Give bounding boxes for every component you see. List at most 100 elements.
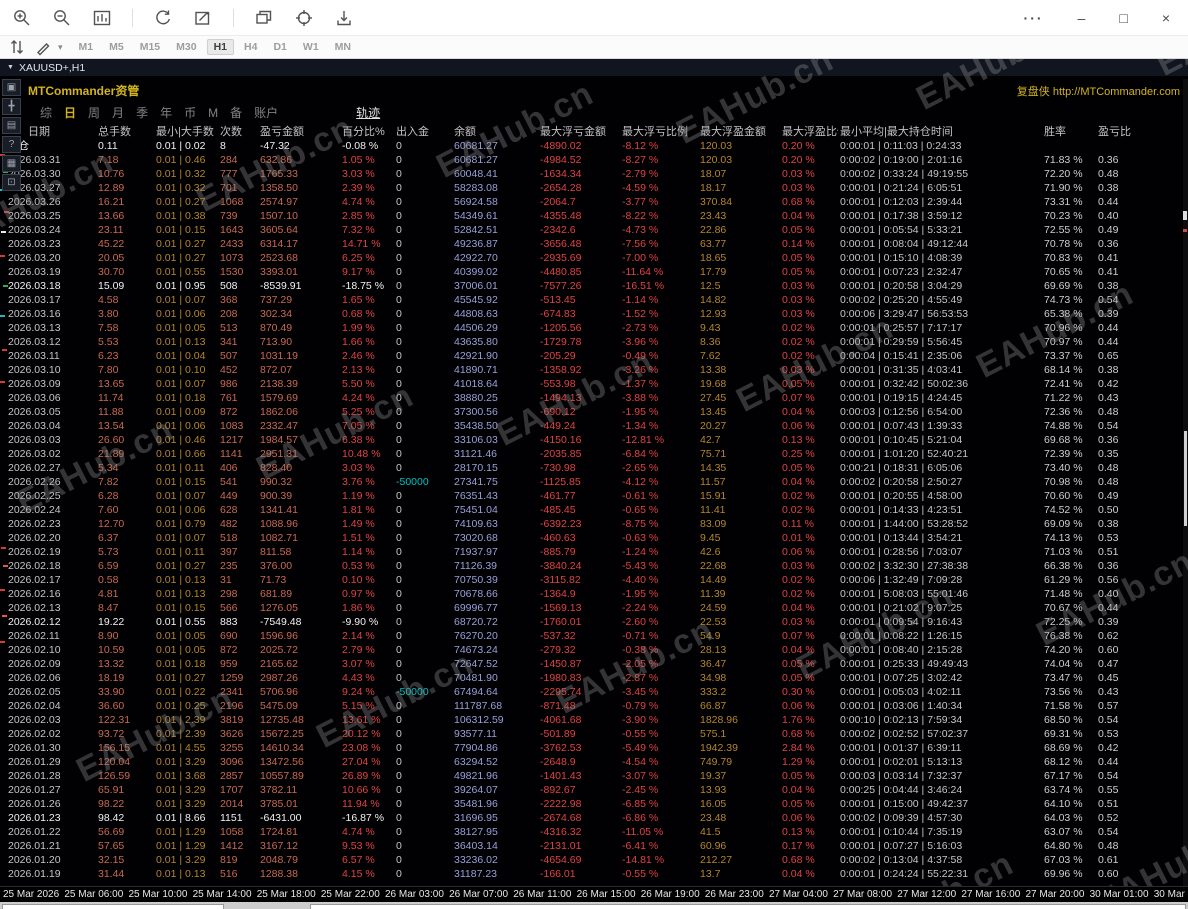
chart-list-button[interactable]: ▤ (2, 117, 21, 134)
column-header[interactable]: 最大浮盈金额 (698, 125, 780, 139)
table-row[interactable]: 2026.02.03 122.31 0.01 | 2.39 3819 12735.48 1… (6, 713, 1176, 727)
scrollbar-thumb[interactable] (1184, 431, 1187, 526)
panel-link[interactable]: 复盘侠 http://MTCommander.com (1017, 83, 1180, 99)
menu-item-备[interactable]: 备 (230, 104, 242, 121)
menu-item-日[interactable]: 日 (64, 104, 76, 121)
new-order-button[interactable] (189, 5, 217, 31)
time-axis[interactable]: 25 Mar 2026 25 Mar 06:00 25 Mar 10:00 25 Ma… (0, 886, 1188, 902)
column-header[interactable]: 最小|大手数 (154, 125, 218, 139)
column-header[interactable]: 盈亏金额 (258, 125, 340, 139)
timeframe-m15[interactable]: M15 (134, 40, 166, 54)
column-header[interactable]: 次数 (218, 125, 258, 139)
table-row[interactable]: 2026.01.27 65.91 0.01 | 3.29 1707 3782.11 10.… (6, 783, 1176, 797)
table-row[interactable]: 2026.03.31 7.18 0.01 | 0.46 284 632.86 1.05 %… (6, 153, 1176, 167)
move-button[interactable]: ╋ (2, 98, 21, 115)
table-row[interactable]: 2026.01.29 120.04 0.01 | 3.29 3096 13472.56 2… (6, 755, 1176, 769)
table-row[interactable]: 2026.03.19 30.70 0.01 | 0.55 1530 3393.01 9.1… (6, 265, 1176, 279)
timeframe-m1[interactable]: M1 (73, 40, 100, 54)
table-row[interactable]: 2026.02.16 4.81 0.01 | 0.13 298 681.89 0.97 %… (6, 587, 1176, 601)
menu-item-年[interactable]: 年 (160, 104, 172, 121)
table-row[interactable]: 2026.03.25 13.66 0.01 | 0.38 739 1507.10 2.85… (6, 209, 1176, 223)
menu-item-账户[interactable]: 账户 (254, 104, 278, 121)
table-row[interactable]: 2026.01.23 98.42 0.01 | 8.66 1151 -6431.00 -1… (6, 811, 1176, 825)
table-row[interactable]: 2026.03.27 12.89 0.01 | 0.32 701 1358.50 2.39… (6, 181, 1176, 195)
table-row[interactable]: 2026.02.13 8.47 0.01 | 0.15 566 1276.05 1.86 … (6, 601, 1176, 615)
table-row[interactable]: 2026.01.30 156.15 0.01 | 4.55 3255 14610.34 2… (6, 741, 1176, 755)
timeframe-mn[interactable]: MN (329, 40, 357, 54)
table-row[interactable]: 2026.02.06 18.19 0.01 | 0.27 1259 2987.26 4.4… (6, 671, 1176, 685)
column-header[interactable]: 最大浮亏比例 (620, 125, 698, 139)
timeframe-m5[interactable]: M5 (103, 40, 130, 54)
draw-tool-button[interactable] (32, 37, 54, 57)
table-row[interactable]: 2026.03.10 7.80 0.01 | 0.10 452 872.07 2.13 %… (6, 363, 1176, 377)
column-header[interactable]: 最小平均|最大持仓时间 (838, 125, 1042, 139)
table-row[interactable]: 2026.02.24 7.60 0.01 | 0.06 628 1341.41 1.81 … (6, 503, 1176, 517)
table-row[interactable]: 2026.03.13 7.58 0.01 | 0.05 513 870.49 1.99 %… (6, 321, 1176, 335)
menu-item-季[interactable]: 季 (136, 104, 148, 121)
zoom-in-button[interactable] (8, 5, 36, 31)
table-row[interactable]: 2026.02.10 10.59 0.01 | 0.05 872 2025.72 2.79… (6, 643, 1176, 657)
table-row[interactable]: 2026.03.17 4.58 0.01 | 0.07 368 737.29 1.65 %… (6, 293, 1176, 307)
table-row[interactable]: 2026.03.26 16.21 0.01 | 0.27 1068 2574.97 4.7… (6, 195, 1176, 209)
save-button[interactable] (330, 5, 358, 31)
table-row[interactable]: 2026.03.11 6.23 0.01 | 0.04 507 1031.19 2.46 … (6, 349, 1176, 363)
table-row[interactable]: 2026.02.05 33.90 0.01 | 0.22 2341 5706.96 9.2… (6, 685, 1176, 699)
menu-item-综[interactable]: 综 (40, 104, 52, 121)
table-row[interactable]: 2026.02.02 93.72 0.01 | 2.39 3626 15672.25 20… (6, 727, 1176, 741)
table-row[interactable]: 2026.03.20 20.05 0.01 | 0.27 1073 2523.68 6.2… (6, 251, 1176, 265)
scrollbar[interactable] (1183, 79, 1188, 886)
column-header[interactable]: 最大浮盈比例 (780, 125, 838, 139)
table-row[interactable]: 2026.02.09 13.32 0.01 | 0.18 959 2165.62 3.07… (6, 657, 1176, 671)
table-row[interactable]: 2026.03.18 15.09 0.01 | 0.95 508 -8539.91 -18… (6, 279, 1176, 293)
column-header[interactable]: 盈亏比 (1096, 125, 1176, 139)
refresh-button[interactable] (149, 5, 177, 31)
table-row[interactable]: 2026.03.24 23.11 0.01 | 0.15 1643 3605.64 7.3… (6, 223, 1176, 237)
chevron-down-icon[interactable]: ▾ (58, 42, 63, 53)
column-header[interactable]: 出入金 (394, 125, 452, 139)
chart-window-button[interactable] (88, 5, 116, 31)
column-header[interactable]: 胜率 (1042, 125, 1096, 139)
chart-area[interactable]: ▼ XAUUSD+,H1 ▣ ╋ ▤? ▦ ⊡ MTCommander资管 复盘侠 ht… (0, 59, 1188, 886)
column-header[interactable]: 最大浮亏金额 (538, 125, 620, 139)
chart-symbol-tab[interactable]: ▼ XAUUSD+,H1 (0, 59, 1188, 76)
timeframe-h4[interactable]: H4 (238, 40, 263, 54)
timeframe-h1[interactable]: H1 (206, 39, 235, 55)
menu-item-币[interactable]: 币 (184, 104, 196, 121)
panel-toggle-button[interactable]: ▣ (2, 79, 21, 96)
toolbar-overflow-button[interactable]: ··· (1024, 10, 1044, 26)
table-row[interactable]: 2026.03.04 13.54 0.01 | 0.06 1083 2332.47 7.0… (6, 419, 1176, 433)
close-button[interactable]: × (1162, 10, 1170, 26)
table-row[interactable]: 2026.01.22 56.69 0.01 | 1.29 1058 1724.81 4.7… (6, 825, 1176, 839)
maximize-button[interactable]: □ (1119, 10, 1127, 26)
table-row[interactable]: 2026.03.02 21.89 0.01 | 0.66 1141 2951.31 10.… (6, 447, 1176, 461)
menu-item-M[interactable]: M (208, 106, 218, 120)
menu-item-周[interactable]: 周 (88, 104, 100, 121)
table-row[interactable]: 2026.01.19 31.44 0.01 | 0.13 516 1288.38 4.15… (6, 867, 1176, 881)
timeframe-d1[interactable]: D1 (267, 40, 292, 54)
table-row[interactable]: 2026.02.25 6.28 0.01 | 0.07 449 900.39 1.19 %… (6, 489, 1176, 503)
table-row[interactable]: 2026.02.19 5.73 0.01 | 0.11 397 811.58 1.14 %… (6, 545, 1176, 559)
table-row[interactable]: 2026.03.09 13.65 0.01 | 0.07 986 2138.39 5.50… (6, 377, 1176, 391)
grid-button[interactable]: ▦ (2, 155, 21, 172)
table-row[interactable]: 2026.03.30 10.76 0.01 | 0.32 777 1765.33 3.03… (6, 167, 1176, 181)
table-row[interactable]: 2026.03.05 11.88 0.01 | 0.09 872 1862.06 5.25… (6, 405, 1176, 419)
menu-item-track[interactable]: 轨迹 (356, 104, 380, 121)
crosshair-button[interactable] (290, 5, 318, 31)
column-header[interactable]: 余额 (452, 125, 538, 139)
minimize-button[interactable]: – (1078, 10, 1086, 26)
column-header[interactable]: 百分比% (340, 125, 394, 139)
table-row[interactable]: 2026.03.12 5.53 0.01 | 0.13 341 713.90 1.66 %… (6, 335, 1176, 349)
menu-item-月[interactable]: 月 (112, 104, 124, 121)
table-row[interactable]: 2026.01.20 32.15 0.01 | 3.29 819 2048.79 6.57… (6, 853, 1176, 867)
column-header[interactable]: 总手数 (96, 125, 154, 139)
table-row[interactable]: 2026.02.17 0.58 0.01 | 0.13 31 71.73 0.10 % 0 7… (6, 573, 1176, 587)
table-row[interactable]: 2026.03.03 26.60 0.01 | 0.46 1217 1984.57 6.3… (6, 433, 1176, 447)
help-button[interactable]: ? (2, 136, 21, 153)
table-row[interactable]: 2026.02.12 19.22 0.01 | 0.55 883 -7549.48 -9.… (6, 615, 1176, 629)
table-row[interactable]: 2026.01.21 57.65 0.01 | 1.29 1412 3167.12 9.5… (6, 839, 1176, 853)
zoom-out-button[interactable] (48, 5, 76, 31)
cursor-mode-button[interactable] (6, 37, 28, 57)
timeframe-w1[interactable]: W1 (297, 40, 325, 54)
table-row[interactable]: 2026.02.23 12.70 0.01 | 0.79 482 1088.96 1.49… (6, 517, 1176, 531)
table-row[interactable]: 2026.01.26 98.22 0.01 | 3.29 2014 3785.01 11.… (6, 797, 1176, 811)
